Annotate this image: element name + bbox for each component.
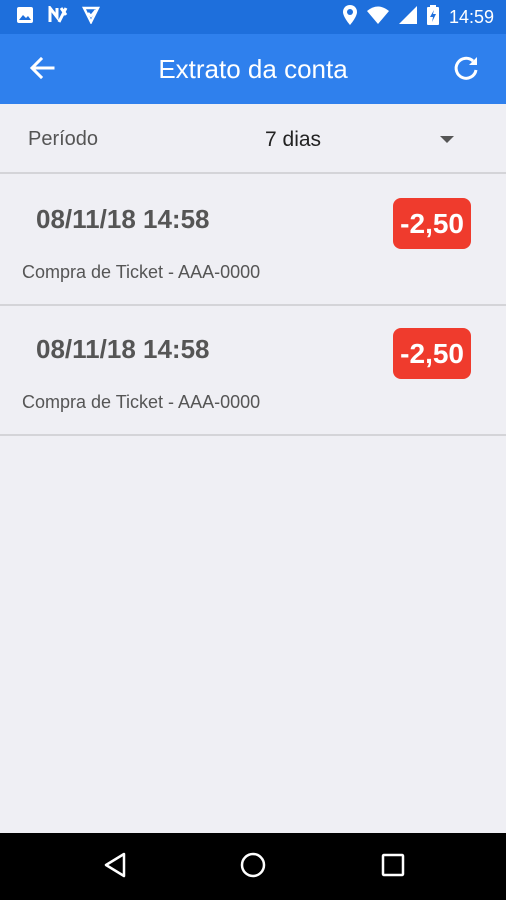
app-icon	[81, 6, 101, 29]
nav-back-button[interactable]	[98, 850, 132, 884]
transaction-item[interactable]: 08/11/18 14:58 -2,50 Compra de Ticket - …	[0, 176, 506, 306]
n-app-icon	[48, 3, 68, 29]
refresh-icon	[452, 54, 480, 87]
period-dropdown[interactable]: 7 dias	[260, 118, 470, 162]
back-button[interactable]	[22, 52, 62, 88]
nav-recents-button[interactable]	[376, 850, 410, 884]
caret-down-icon	[440, 136, 454, 143]
status-time: 14:59	[448, 6, 494, 27]
nav-home-button[interactable]	[236, 850, 270, 884]
refresh-button[interactable]	[446, 50, 486, 90]
status-bar: 14:59	[0, 0, 506, 34]
transaction-amount-badge: -2,50	[393, 198, 471, 249]
transaction-datetime: 08/11/18 14:58	[36, 334, 210, 364]
period-label: Período	[28, 128, 99, 150]
home-circle-icon	[239, 851, 267, 884]
wifi-icon	[366, 6, 389, 29]
recents-square-icon	[381, 853, 405, 882]
transaction-item[interactable]: 08/11/18 14:58 -2,50 Compra de Ticket - …	[0, 306, 506, 436]
status-left-icons	[0, 3, 101, 29]
back-triangle-icon	[103, 852, 127, 883]
transaction-amount-badge: -2,50	[393, 328, 471, 379]
app-bar: Extrato da conta	[0, 34, 506, 104]
system-nav-bar	[0, 833, 506, 900]
signal-icon	[398, 5, 417, 29]
transaction-description: Compra de Ticket - AAA-0000	[22, 392, 261, 412]
arrow-left-icon	[29, 56, 55, 85]
period-filter-row: Período 7 dias	[0, 104, 506, 174]
page-title: Extrato da conta	[158, 53, 348, 84]
transaction-description: Compra de Ticket - AAA-0000	[22, 262, 261, 282]
status-right-icons: 14:59	[342, 4, 506, 30]
location-icon	[342, 4, 357, 30]
battery-charging-icon	[426, 4, 439, 30]
gallery-icon	[16, 6, 34, 29]
period-value: 7 dias	[265, 128, 322, 151]
transaction-datetime: 08/11/18 14:58	[36, 204, 210, 234]
